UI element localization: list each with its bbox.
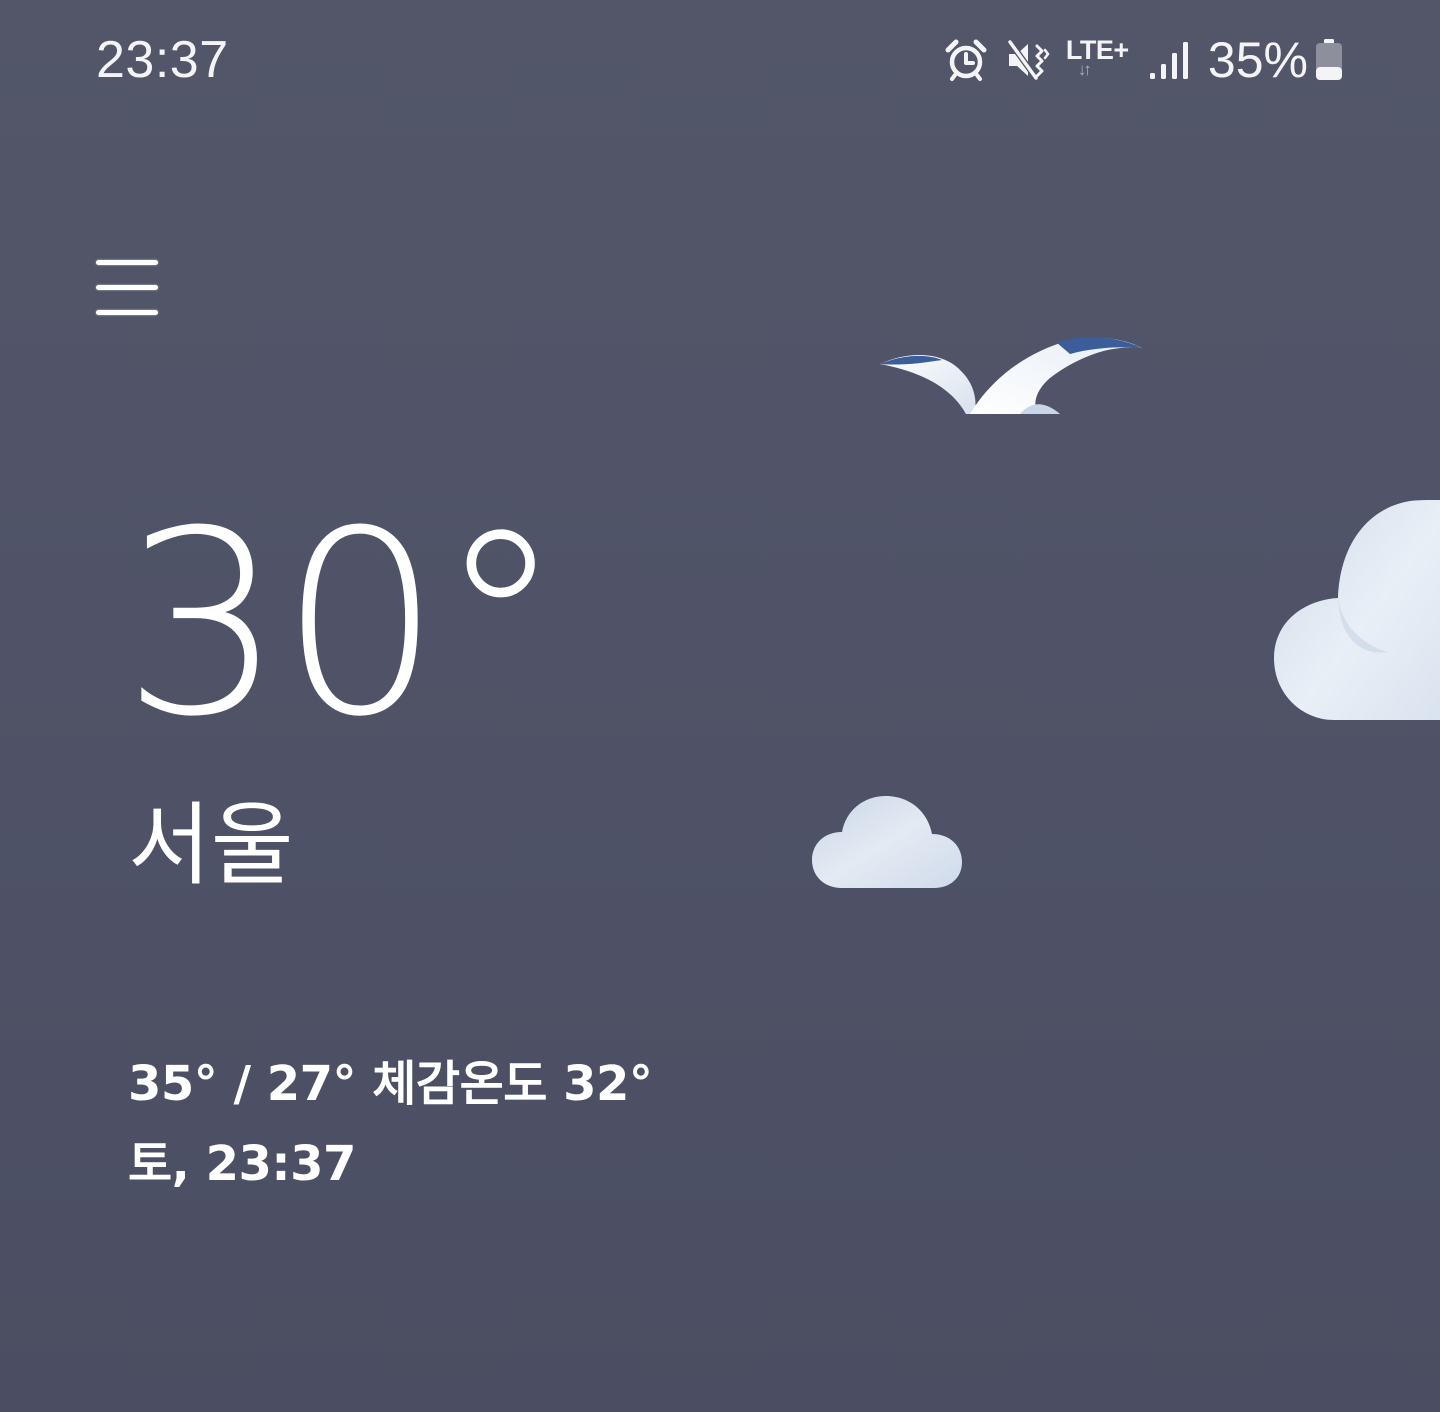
status-icons: LTE+ ↓↑ 35% — [944, 30, 1344, 90]
hamburger-menu-icon[interactable] — [86, 248, 170, 328]
lte-plus-icon: LTE+ ↓↑ — [1066, 35, 1140, 85]
location-name: 서울 — [128, 793, 294, 898]
signal-strength-icon — [1148, 38, 1190, 82]
vibrate-mute-icon — [1006, 38, 1050, 82]
large-cloud-icon — [1274, 500, 1440, 720]
network-type-label: LTE+ — [1065, 35, 1129, 65]
battery-percent: 35% — [1207, 32, 1308, 88]
alarm-icon — [944, 38, 988, 82]
menu-line — [96, 260, 158, 265]
bird-icon — [880, 337, 1142, 414]
battery-icon — [1314, 38, 1344, 82]
current-temperature: 30° — [122, 476, 564, 772]
small-cloud-icon — [812, 796, 962, 888]
menu-line — [96, 310, 158, 315]
status-time: 23:37 — [96, 31, 229, 89]
status-bar: 23:37 LTE+ ↓↑ 35% — [0, 0, 1440, 120]
high-low-feels-like: 35° / 27° 체감온도 32° — [128, 1056, 653, 1112]
day-time-label: 토, 23:37 — [128, 1136, 356, 1192]
menu-line — [96, 285, 158, 290]
data-activity-arrows: ↓↑ — [1077, 60, 1092, 79]
